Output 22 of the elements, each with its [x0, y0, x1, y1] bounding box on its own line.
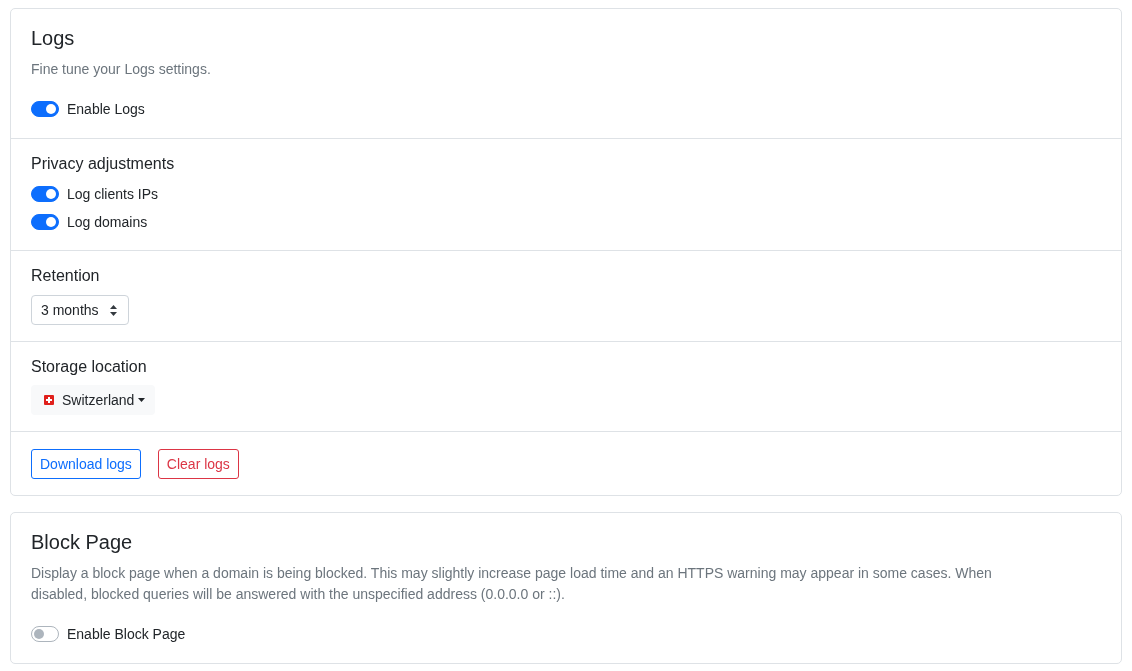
card-title: Block Page: [31, 530, 134, 554]
toggle-label: Enable Block Page: [67, 624, 186, 644]
toggle-switch[interactable]: [31, 626, 59, 642]
card-description: Display a block page when a domain is being blocked. This may slightly increase page load time and an HTTPS warning may appear in some cases. When disabled, blocked queries will be answered with the unspecified address (0.0.0.0 or ::).: [31, 564, 993, 604]
toggle-label: Enable Logs: [67, 99, 145, 119]
retention-select[interactable]: 3 months: [31, 295, 129, 325]
section-heading: Retention: [31, 266, 101, 286]
clear-button[interactable]: Clear logs: [157, 449, 239, 479]
flag-icon: [44, 395, 54, 405]
caret-icon: [138, 398, 146, 402]
toggle-switch[interactable]: [31, 101, 59, 117]
section-heading: Storage location: [31, 357, 148, 377]
location-dropdown[interactable]: Switzerland: [31, 385, 156, 415]
download-button[interactable]: Download logs: [31, 449, 141, 479]
section-heading: Privacy adjustments: [31, 154, 176, 174]
card-description: Fine tune your Logs settings.: [31, 60, 212, 79]
toggle-switch[interactable]: [31, 214, 59, 230]
toggle-label: Log clients IPs: [67, 184, 159, 204]
updown-arrows-icon: [109, 304, 117, 316]
card-title: Logs: [31, 26, 76, 50]
toggle-switch[interactable]: [31, 186, 59, 202]
toggle-label: Log domains: [67, 212, 148, 232]
